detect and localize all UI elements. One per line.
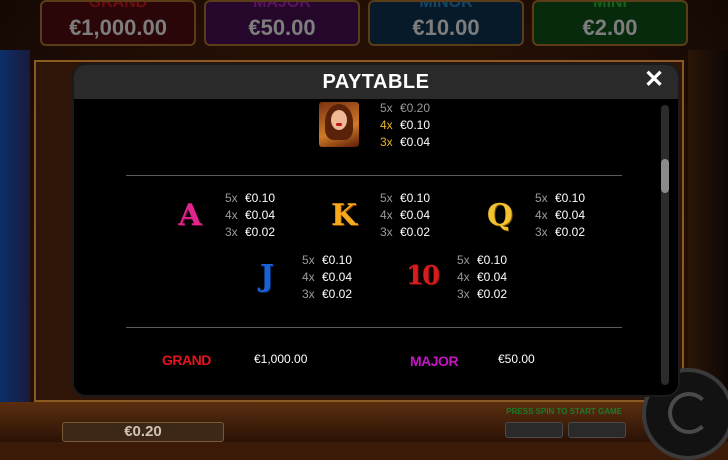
- pay-value: €0.10: [555, 191, 586, 205]
- pay-mult: 3x: [380, 135, 393, 149]
- left-side-panel: [0, 50, 30, 442]
- pay-value: €0.10: [477, 253, 508, 267]
- pay-mult: 3x: [225, 225, 238, 239]
- pay-mult: 5x: [380, 191, 393, 205]
- turbo-button[interactable]: [568, 422, 626, 438]
- modal-header: PAYTABLE ✕: [74, 65, 678, 99]
- pay-value: €0.20: [400, 101, 431, 115]
- pay-value: €0.10: [322, 253, 353, 267]
- card-symbol-j: J: [259, 258, 275, 294]
- pay-value: €0.02: [322, 287, 353, 301]
- jackpot-bar: GRAND €1,000.00 MAJOR €50.00 MINOR €10.0…: [40, 0, 688, 46]
- pay-mult: 3x: [457, 287, 470, 301]
- pay-value: €0.02: [477, 287, 508, 301]
- pay-row-5x: 5x €0.20: [380, 100, 430, 117]
- pay-mult: 4x: [380, 118, 393, 132]
- pay-mult: 4x: [457, 270, 470, 284]
- jackpot-major: MAJOR €50.00: [204, 0, 360, 46]
- jackpot-grand: GRAND €1,000.00: [40, 0, 196, 46]
- pay-mult: 4x: [302, 270, 315, 284]
- pay-value: €0.02: [400, 225, 431, 239]
- paytable-content: 5x €0.20 4x €0.10 3x €0.04 A 5x €0.10 4x €0.0…: [74, 99, 654, 395]
- divider: [126, 175, 622, 176]
- pay-value: €0.10: [400, 118, 431, 132]
- pay-mult: 3x: [302, 287, 315, 301]
- modal-title: PAYTABLE: [322, 71, 430, 93]
- card-symbol-q: Q: [486, 197, 514, 233]
- jackpot-minor: MINOR €10.00: [368, 0, 524, 46]
- pay-row-4x: 4x €0.10: [380, 117, 430, 134]
- jackpot-major-amount: €50.00: [248, 15, 316, 40]
- premium-paytable: 5x €0.20 4x €0.10 3x €0.04: [380, 100, 430, 151]
- pay-mult: 4x: [225, 208, 238, 222]
- jackpot-mini-name: MINI: [593, 0, 627, 11]
- pay-value: €0.02: [555, 225, 586, 239]
- pay-row-3x: 3x €0.04: [380, 134, 430, 151]
- pay-mult: 5x: [302, 253, 315, 267]
- jackpot-mini-amount: €2.00: [582, 15, 638, 40]
- close-icon[interactable]: ✕: [642, 68, 666, 92]
- woman-portrait-icon: [319, 102, 359, 147]
- jackpot-minor-name: MINOR: [419, 0, 473, 11]
- pay-mult: 3x: [535, 225, 548, 239]
- pay-mult: 3x: [380, 225, 393, 239]
- start-hint: PRESS SPIN TO START GAME: [506, 407, 622, 416]
- lips-shape: [336, 123, 342, 126]
- bet-display[interactable]: €0.20: [62, 422, 224, 442]
- pay-mult: 4x: [535, 208, 548, 222]
- divider: [126, 327, 622, 328]
- jackpot-mini: MINI €2.00: [532, 0, 688, 46]
- jackpot-minor-amount: €10.00: [412, 15, 480, 40]
- paytable-10: 5x €0.10 4x €0.04 3x €0.02: [457, 252, 507, 303]
- paytable-modal: PAYTABLE ✕ 5x €0.20 4x €0.10 3x €0.04 A 5x €…: [72, 63, 680, 397]
- pay-mult: 5x: [457, 253, 470, 267]
- paytable-j: 5x €0.10 4x €0.04 3x €0.02: [302, 252, 352, 303]
- face-shape: [331, 110, 347, 130]
- pay-value: €0.04: [400, 135, 431, 149]
- jackpot-major-name: MAJOR: [253, 0, 311, 11]
- pay-mult: 5x: [535, 191, 548, 205]
- card-symbol-a: A: [178, 197, 202, 233]
- grand-jackpot-label: GRAND: [162, 352, 211, 368]
- pay-value: €0.04: [322, 270, 353, 284]
- pay-value: €0.10: [245, 191, 276, 205]
- autoplay-button[interactable]: [505, 422, 563, 438]
- jackpot-grand-amount: €1,000.00: [69, 15, 167, 40]
- scrollbar-thumb[interactable]: [661, 159, 669, 193]
- pay-value: €0.04: [400, 208, 431, 222]
- major-jackpot-value: €50.00: [498, 352, 535, 366]
- jackpot-grand-name: GRAND: [88, 0, 148, 11]
- pay-value: €0.04: [477, 270, 508, 284]
- pay-value: €0.04: [245, 208, 276, 222]
- pay-mult: 5x: [380, 101, 393, 115]
- card-symbol-10: 10: [405, 261, 440, 291]
- major-jackpot-label: MAJOR: [410, 353, 459, 369]
- pay-mult: 4x: [380, 208, 393, 222]
- card-symbol-k: K: [330, 197, 358, 233]
- pay-value: €0.10: [400, 191, 431, 205]
- grand-jackpot-value: €1,000.00: [254, 352, 308, 366]
- paytable-q: 5x €0.10 4x €0.04 3x €0.02: [535, 190, 585, 241]
- pay-value: €0.04: [555, 208, 586, 222]
- scrollbar-track[interactable]: [661, 105, 669, 385]
- pay-value: €0.02: [245, 225, 276, 239]
- pay-mult: 5x: [225, 191, 238, 205]
- paytable-k: 5x €0.10 4x €0.04 3x €0.02: [380, 190, 430, 241]
- paytable-a: 5x €0.10 4x €0.04 3x €0.02: [225, 190, 275, 241]
